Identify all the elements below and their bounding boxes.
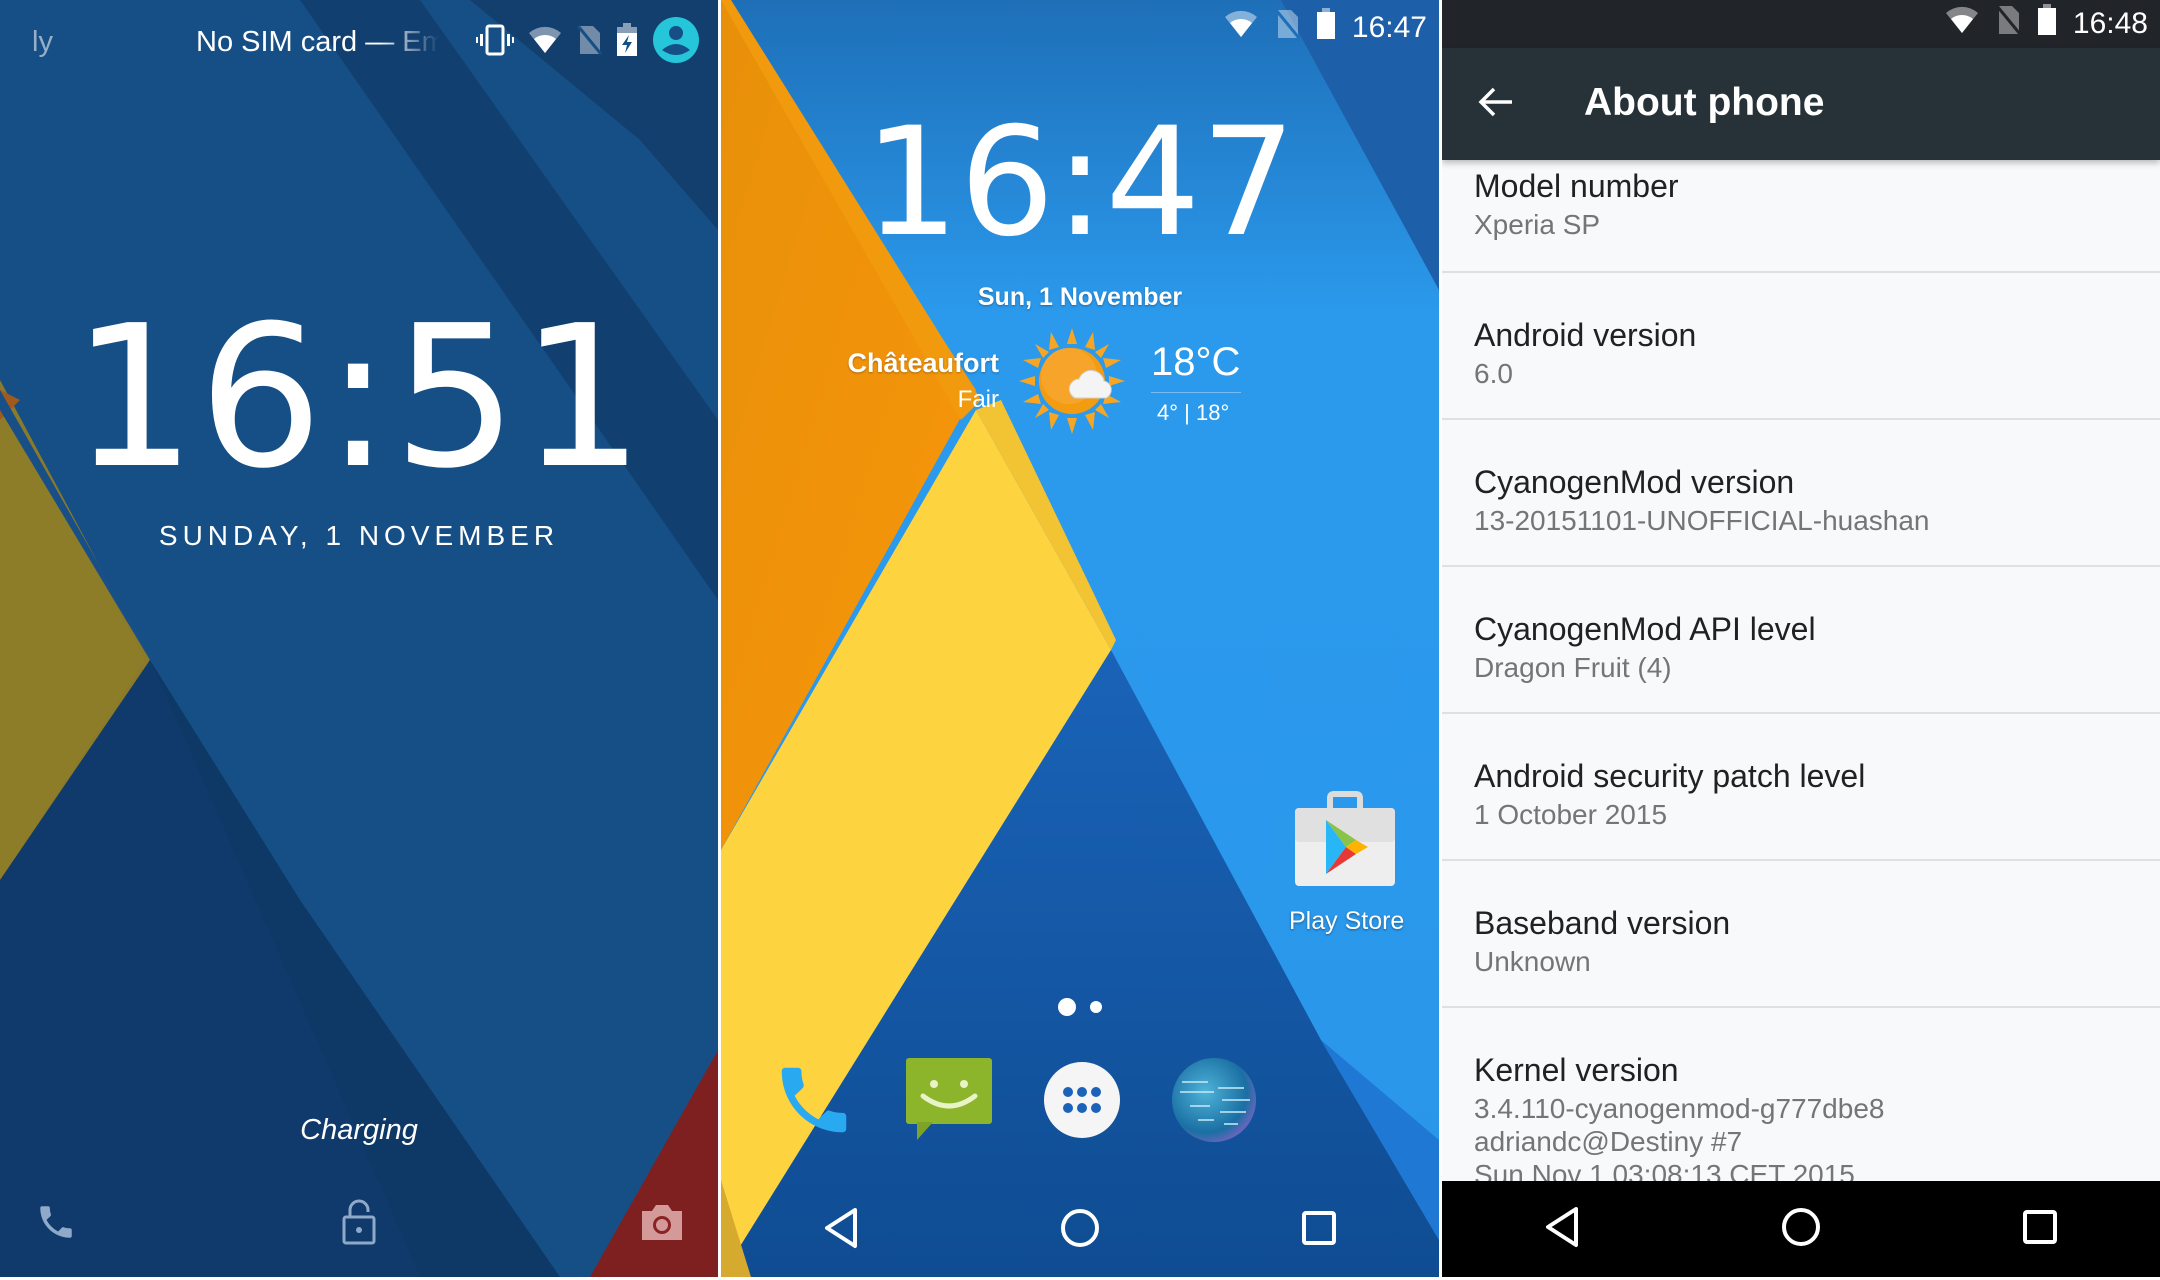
clock-widget[interactable]: 16:47 — [721, 108, 1439, 258]
settings-item-summary: Unknown — [1474, 946, 1591, 977]
settings-item-summary: 6.0 — [1474, 358, 1513, 389]
back-button[interactable] — [1472, 80, 1520, 128]
settings-status-bar: 16:48 — [1442, 0, 2160, 48]
settings-item[interactable]: CyanogenMod API level Dragon Fruit (4) — [1442, 567, 2160, 714]
settings-item-summary: Sun Nov 1 03:08:13 CET 2015 — [1474, 1159, 1855, 1181]
status-time: 16:47 — [1351, 11, 1427, 44]
settings-item-summary: 13-20151101-UNOFFICIAL-huashan — [1474, 505, 1930, 536]
dock-app-drawer[interactable] — [1034, 1054, 1130, 1150]
dock — [721, 1054, 1439, 1150]
user-avatar-icon[interactable] — [652, 16, 700, 72]
page-dot-current[interactable] — [1058, 998, 1076, 1016]
nav-recents-button[interactable] — [1200, 1182, 1439, 1277]
settings-item[interactable]: Baseband version Unknown — [1442, 861, 2160, 1008]
wifi-icon — [1945, 6, 1979, 42]
weather-temperature: 18°C — [1151, 340, 1241, 384]
weather-city[interactable]: Châteaufort — [847, 348, 999, 379]
settings-item-title: Android security patch level — [1474, 758, 1866, 794]
unlock-icon — [341, 1199, 377, 1250]
settings-item-title: Kernel version — [1474, 1052, 1679, 1088]
settings-item[interactable]: Model number Xperia SP — [1442, 160, 2160, 273]
weather-condition: Fair — [957, 386, 999, 413]
nav-recents-button[interactable] — [1921, 1181, 2160, 1277]
weather-divider — [1151, 392, 1241, 393]
nav-back-button[interactable] — [1442, 1181, 1681, 1277]
play-store-icon — [1292, 791, 1398, 894]
settings-item-title: Android version — [1474, 317, 1697, 353]
dock-messaging[interactable] — [901, 1054, 997, 1150]
settings-item[interactable]: Android version 6.0 — [1442, 273, 2160, 420]
arrow-left-icon — [1478, 86, 1514, 123]
page-dot[interactable] — [1090, 1001, 1102, 1013]
camera-icon — [640, 1202, 684, 1247]
unlock-button[interactable] — [331, 1196, 387, 1252]
about-phone-list: Model number Xperia SP Android version 6.0 C… — [1442, 160, 2160, 1181]
dock-phone[interactable] — [766, 1054, 862, 1150]
page-title: About phone — [1584, 81, 1825, 124]
nav-home-button[interactable] — [960, 1182, 1199, 1277]
widget-date: Sun, 1 November — [977, 283, 1183, 311]
app-label: Play Store — [1289, 907, 1405, 935]
home-screen: 16:47 16:47 Sun, 1 November Châteaufort … — [721, 0, 1439, 1277]
browser-globe-icon — [1168, 1054, 1260, 1151]
wifi-icon — [528, 26, 562, 62]
toolbar: About phone — [1442, 48, 2160, 160]
wifi-icon — [1224, 10, 1258, 46]
status-time: 16:48 — [2072, 7, 2148, 40]
settings-item-summary: Xperia SP — [1474, 209, 1601, 240]
page-indicator — [721, 998, 1439, 1016]
settings-item-summary: adriandc@Destiny #7 — [1474, 1126, 1743, 1157]
app-drawer-icon — [1042, 1060, 1122, 1145]
settings-item[interactable]: Android security patch level 1 October 20… — [1442, 714, 2160, 861]
nav-home-button[interactable] — [1681, 1181, 1920, 1277]
battery-icon — [2037, 4, 2057, 44]
no-sim-icon — [1995, 4, 2022, 44]
recents-icon — [2020, 1207, 2060, 1252]
settings-item[interactable]: Kernel version 3.4.110-cyanogenmod-g777db… — [1442, 1008, 2160, 1181]
battery-charging-icon — [616, 23, 638, 65]
lock-screen: ly No SIM card — Emergency calls only 16… — [0, 0, 718, 1277]
phone-shortcut-button[interactable] — [28, 1196, 84, 1252]
settings-item-title: Baseband version — [1474, 905, 1731, 941]
settings-item-title: CyanogenMod API level — [1474, 611, 1816, 647]
lock-date: SUNDAY, 1 NOVEMBER — [158, 520, 560, 551]
recents-icon — [1299, 1208, 1339, 1253]
settings-item-title: CyanogenMod version — [1474, 464, 1795, 500]
settings-item[interactable]: CyanogenMod version 13-20151101-UNOFFICIA… — [1442, 420, 2160, 567]
settings-item-title: Model number — [1474, 168, 1679, 204]
lock-clock: 16:51 — [71, 284, 647, 512]
sun-cloud-icon[interactable] — [1017, 326, 1127, 436]
messaging-app-icon — [903, 1054, 995, 1151]
carrier-text-fragment: ly — [32, 26, 53, 58]
app-shortcut-play-store[interactable]: Play Store — [1289, 790, 1405, 936]
dock-browser[interactable] — [1166, 1054, 1262, 1150]
settings-item-summary: 3.4.110-cyanogenmod-g777dbe8 — [1474, 1093, 1885, 1124]
home-nav-bar — [721, 1182, 1439, 1277]
home-icon — [1058, 1206, 1102, 1255]
about-phone-screen: 16:48 About phone Model number Xperia SP A… — [1442, 0, 2160, 1277]
home-status-bar: 16:47 — [1224, 8, 1427, 48]
charging-status: Charging — [300, 1114, 418, 1146]
camera-shortcut-button[interactable] — [634, 1196, 690, 1252]
back-icon — [821, 1206, 861, 1255]
no-sim-icon — [576, 24, 603, 64]
phone-icon — [35, 1201, 77, 1248]
phone-app-icon — [771, 1057, 857, 1148]
nav-back-button[interactable] — [721, 1182, 960, 1277]
vibrate-icon — [476, 24, 514, 64]
home-icon — [1779, 1205, 1823, 1254]
lock-status-bar: ly No SIM card — Emergency calls only — [0, 17, 718, 66]
battery-icon — [1316, 8, 1336, 48]
back-icon — [1542, 1205, 1582, 1254]
weather-range: 4° | 18° — [1157, 400, 1230, 425]
carrier-text: No SIM card — Emergency calls only — [196, 26, 440, 58]
lock-wallpaper — [0, 0, 718, 1277]
settings-nav-bar — [1442, 1181, 2160, 1277]
settings-item-summary: Dragon Fruit (4) — [1474, 652, 1672, 683]
settings-item-summary: 1 October 2015 — [1474, 799, 1668, 830]
no-sim-icon — [1274, 8, 1301, 48]
